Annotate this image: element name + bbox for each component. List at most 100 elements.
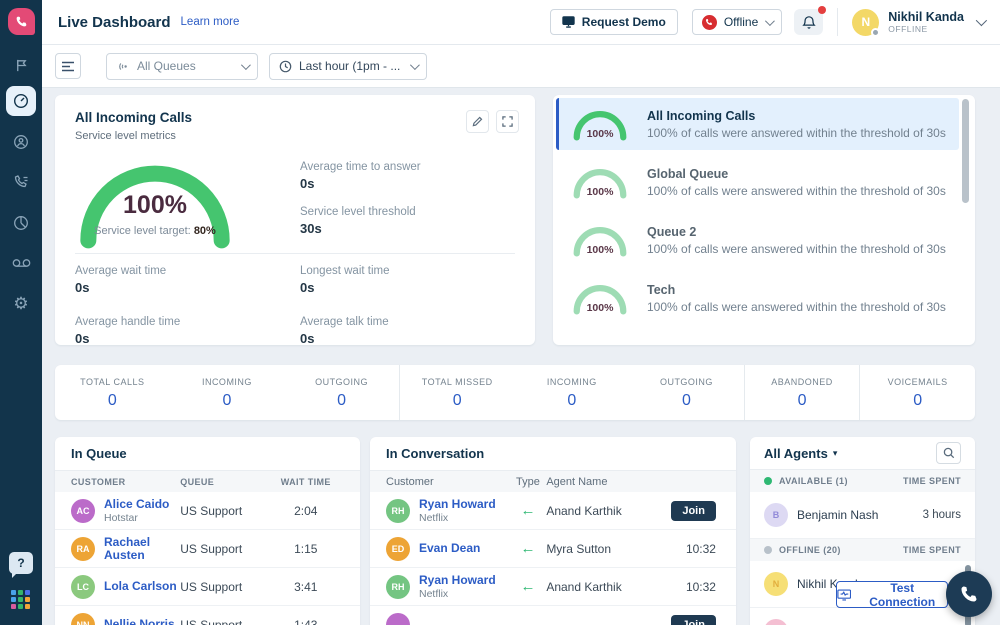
stat-total-calls: TOTAL CALLS0 xyxy=(55,365,170,420)
stat-total-missed: TOTAL MISSED0 xyxy=(400,365,515,420)
col-customer: Customer xyxy=(386,476,510,488)
sidebar-item-admin[interactable]: ⚙ xyxy=(0,288,42,318)
freshcaller-logo[interactable] xyxy=(8,8,35,35)
avatar: N xyxy=(764,572,788,596)
queues-overview-panel: 100% All Incoming Calls 100% of calls we… xyxy=(553,95,975,345)
queue-card[interactable]: 100% Queue 2 100% of calls were answered… xyxy=(556,214,959,266)
queue-card[interactable]: 100% Global Queue 100% of calls were ans… xyxy=(556,156,959,208)
customer-link[interactable]: Nellie Norris xyxy=(104,618,175,625)
expand-widget-button[interactable] xyxy=(496,110,519,133)
stat-outgoing: OUTGOING0 xyxy=(284,365,400,420)
dialer-fab-button[interactable] xyxy=(946,571,992,617)
sidebar-item-dashboard[interactable] xyxy=(6,86,36,116)
widget-layout-button[interactable] xyxy=(55,53,81,79)
edit-widget-button[interactable] xyxy=(466,110,489,133)
stat-abandoned: ABANDONED0 xyxy=(745,365,861,420)
test-connection-button[interactable]: Test Connection xyxy=(836,581,948,608)
customer-link[interactable]: Ryan Howard xyxy=(419,574,496,587)
time-filter-dropdown[interactable]: Last hour (1pm - ... xyxy=(269,53,427,80)
avatar xyxy=(764,619,788,625)
call-stats-bar: TOTAL CALLS0 INCOMING0 OUTGOING0 TOTAL M… xyxy=(55,365,975,420)
stat-missed-incoming: INCOMING0 xyxy=(515,365,630,420)
col-customer: CUSTOMER xyxy=(71,477,180,487)
available-status-dot xyxy=(764,477,772,485)
agent-row: B Benjamin Nash 3 hours xyxy=(750,492,975,539)
agents-section-offline: OFFLINE (20) TIME SPENT xyxy=(750,539,975,561)
top-header: Live Dashboard Learn more Request Demo O… xyxy=(42,0,1000,45)
learn-more-link[interactable]: Learn more xyxy=(181,16,240,28)
request-demo-button[interactable]: Request Demo xyxy=(550,9,678,35)
metric-value: 0s xyxy=(300,280,515,295)
app-switcher-icon[interactable] xyxy=(11,590,31,610)
clock-icon xyxy=(279,60,292,73)
scrollbar-thumb[interactable] xyxy=(962,99,969,203)
notifications-button[interactable] xyxy=(794,9,823,35)
agent-cell: Myra Sutton xyxy=(546,542,650,556)
gear-icon: ⚙ xyxy=(13,295,28,312)
sidebar-item-contacts[interactable] xyxy=(0,127,42,157)
chevron-down-icon xyxy=(976,15,987,26)
agent-row xyxy=(750,608,975,625)
incoming-arrow-icon: ← xyxy=(510,540,547,557)
stat-voicemails: VOICEMAILS0 xyxy=(860,365,975,420)
queue-card[interactable]: 100% All Incoming Calls 100% of calls we… xyxy=(556,98,959,150)
chevron-down-icon xyxy=(241,60,251,70)
agents-section-available: AVAILABLE (1) TIME SPENT xyxy=(750,470,975,492)
availability-value: Offline xyxy=(724,15,758,29)
phone-list-icon xyxy=(13,174,29,190)
sidebar: ⚙ ? xyxy=(0,0,42,625)
queues-filter-dropdown[interactable]: All Queues xyxy=(106,53,258,80)
filter-bar: All Queues Last hour (1pm - ... xyxy=(42,45,1000,88)
offline-phone-icon xyxy=(702,15,717,30)
metric-label: Service level threshold xyxy=(300,206,421,218)
page-title: Live Dashboard xyxy=(58,14,171,31)
phone-icon xyxy=(959,584,979,604)
caret-down-icon: ▾ xyxy=(833,448,838,459)
avatar: B xyxy=(764,503,788,527)
sidebar-item-goals-icon[interactable] xyxy=(0,50,42,80)
service-panel-subtitle: Service level metrics xyxy=(75,130,176,142)
stat-incoming: INCOMING0 xyxy=(170,365,285,420)
sidebar-item-voicemail[interactable] xyxy=(0,248,42,278)
time-filter-value: Last hour (1pm - ... xyxy=(299,59,403,73)
customer-link[interactable]: Rachael Austen xyxy=(104,536,180,562)
sidebar-item-reports[interactable] xyxy=(0,208,42,238)
wait-cell: 1:43 xyxy=(268,618,344,625)
table-row: AC Alice Caido Hotstar US Support 2:04 xyxy=(55,492,360,530)
agents-filter-dropdown[interactable]: All Agents xyxy=(764,446,828,461)
customer-company: Hotstar xyxy=(104,512,169,524)
col-wait-time: WAIT TIME xyxy=(268,477,344,487)
sidebar-item-call-metrics[interactable] xyxy=(0,167,42,197)
incoming-arrow-icon: ← xyxy=(510,578,547,595)
customer-link[interactable]: Evan Dean xyxy=(419,542,480,555)
availability-dropdown[interactable]: Offline xyxy=(692,9,782,35)
queue-card-desc: 100% of calls were answered within the t… xyxy=(647,300,946,314)
queue-cell: US Support xyxy=(180,580,267,594)
bell-icon xyxy=(802,15,816,30)
queues-filter-value: All Queues xyxy=(137,59,234,73)
wait-cell: 3:41 xyxy=(268,580,344,594)
avatar: NN xyxy=(71,613,95,625)
agent-cell: Anand Karthik xyxy=(546,504,650,518)
user-status-dot xyxy=(871,28,880,37)
target-value: 80% xyxy=(194,225,216,237)
notification-badge xyxy=(818,6,826,14)
metric-value: 0s xyxy=(300,331,515,346)
customer-company: Netflix xyxy=(419,588,496,600)
customer-link[interactable]: Alice Caido xyxy=(104,498,169,511)
join-button[interactable]: Join xyxy=(671,501,716,521)
join-button[interactable]: Join xyxy=(671,615,716,625)
user-avatar: N xyxy=(852,9,879,36)
customer-link[interactable]: Ryan Howard xyxy=(419,498,496,511)
queue-card-desc: 100% of calls were answered within the t… xyxy=(647,126,946,140)
user-status-label: OFFLINE xyxy=(888,24,964,34)
customer-link[interactable]: Lola Carlson xyxy=(104,580,177,593)
user-name: Nikhil Kanda xyxy=(888,11,964,24)
queue-card[interactable]: 100% Tech 100% of calls were answered wi… xyxy=(556,272,959,324)
offline-status-dot xyxy=(764,546,772,554)
agent-search-button[interactable] xyxy=(936,442,961,464)
metric-label: Average handle time xyxy=(75,316,300,328)
metric-value: 0s xyxy=(75,331,300,346)
help-button[interactable]: ? xyxy=(9,552,33,574)
user-menu[interactable]: N Nikhil Kanda OFFLINE xyxy=(852,9,984,36)
